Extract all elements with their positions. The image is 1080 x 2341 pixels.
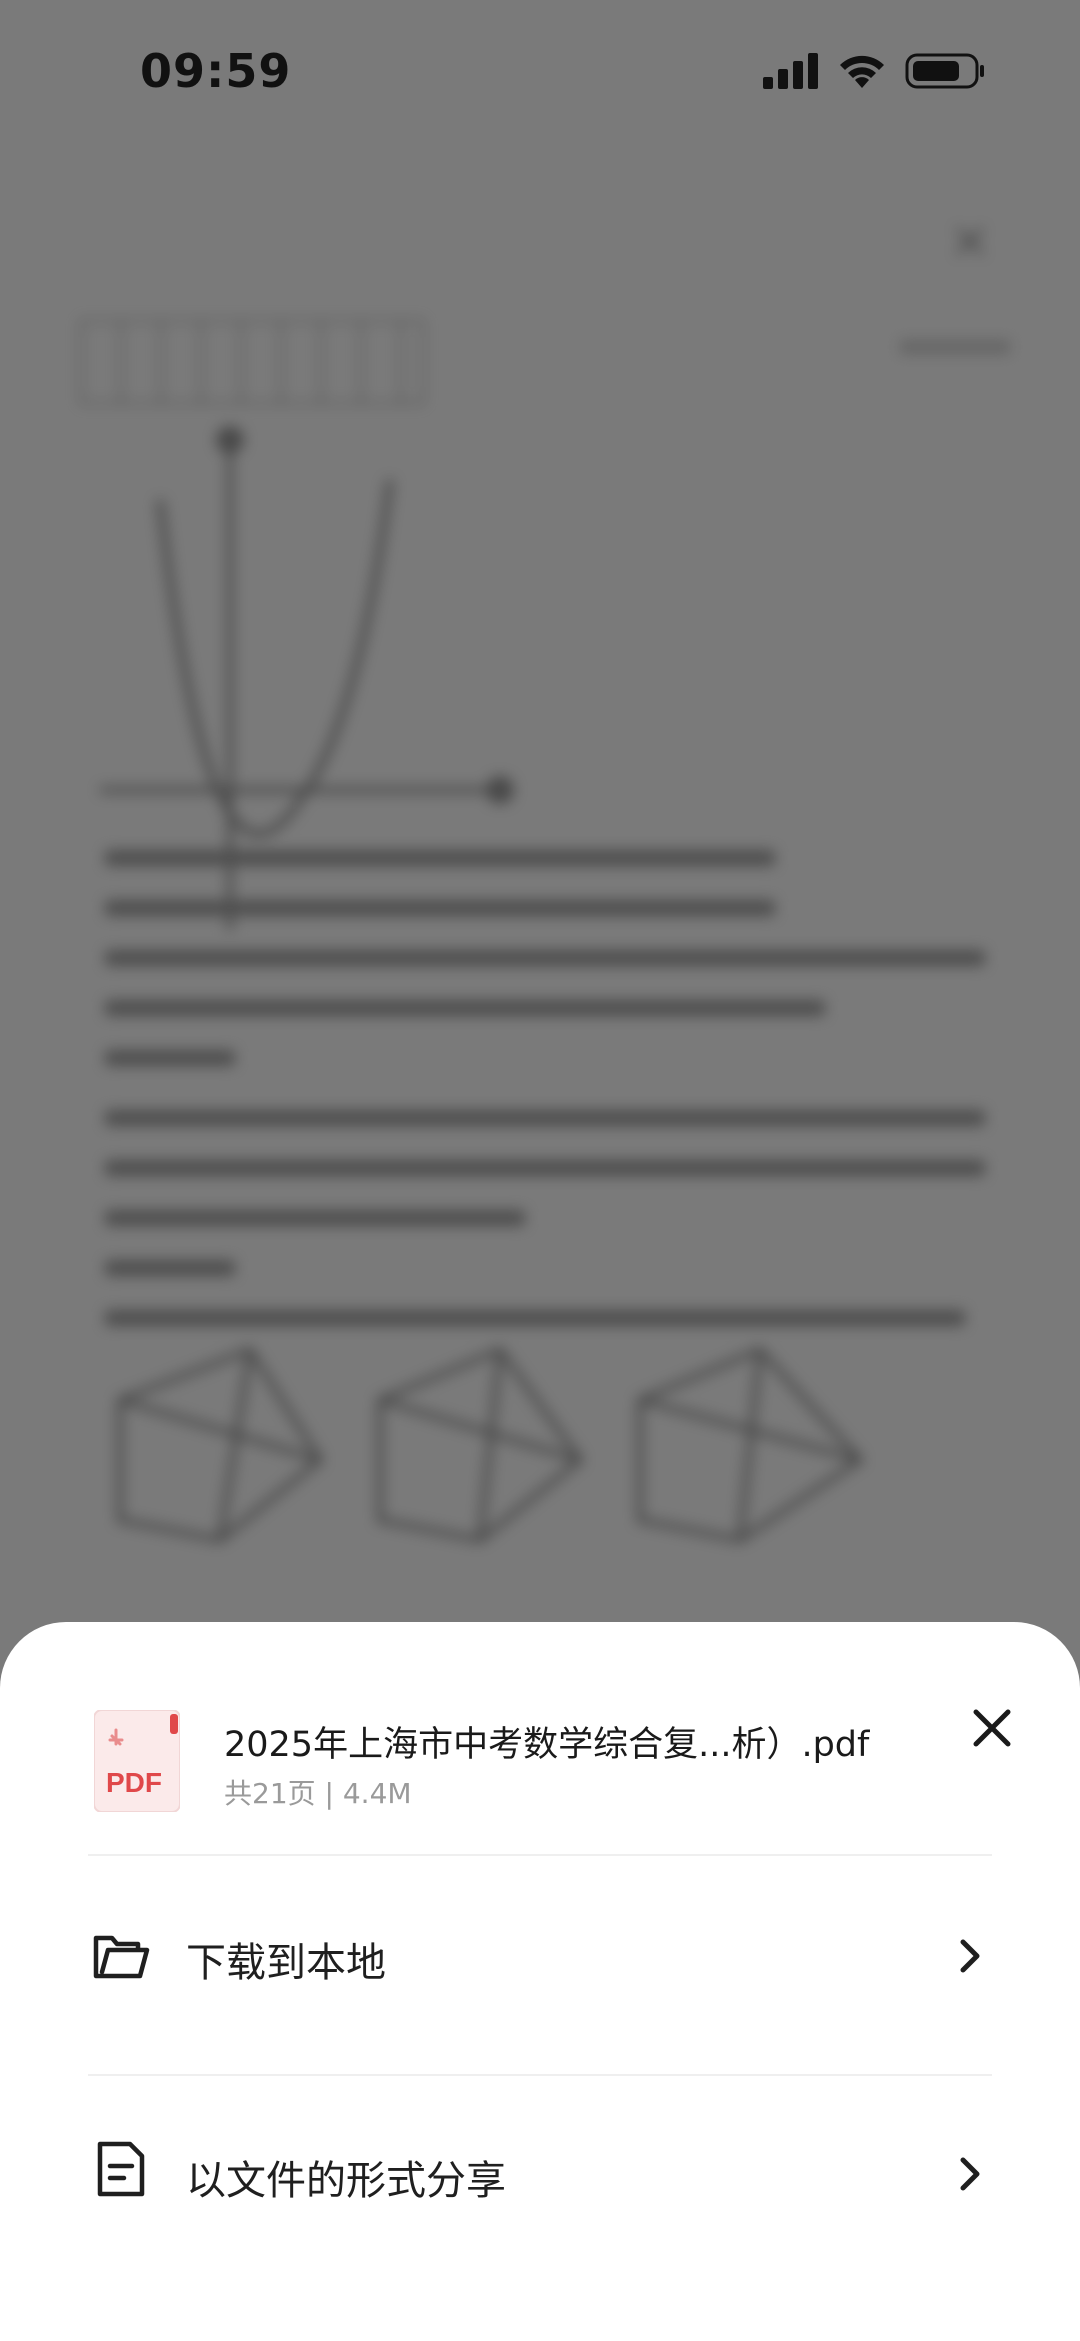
background-text-line: [105, 1000, 825, 1016]
status-time: 09:59: [140, 44, 292, 98]
background-text-line: [105, 1110, 985, 1126]
battery-icon: [905, 53, 984, 89]
background-figures: [117, 1346, 865, 1544]
background-text-line: [105, 1160, 985, 1176]
pdf-file-icon: PDF: [94, 1710, 180, 1812]
file-name: 2025年上海市中考数学综合复...析）.pdf: [224, 1725, 870, 1765]
wifi-icon: [840, 55, 884, 88]
background-table: [80, 320, 424, 404]
background-text-line: [105, 1050, 235, 1066]
chevron-right-icon: [960, 2157, 980, 2191]
chevron-right-icon: [960, 1939, 980, 1973]
share-bottom-sheet: PDF 2025年上海市中考数学综合复...析）.pdf 共21页 | 4.4M…: [0, 1622, 1080, 2341]
background-text-line: [105, 850, 775, 866]
share-label: 以文件的形式分享: [186, 2158, 506, 2204]
background-text-line: [105, 1210, 525, 1226]
background-document: ×: [0, 150, 1080, 1630]
document-icon: [97, 2141, 145, 2197]
download-label: 下载到本地: [186, 1940, 386, 1986]
pdf-label: PDF: [106, 1767, 162, 1798]
share-as-file-button[interactable]: 以文件的形式分享: [0, 2076, 1080, 2276]
status-bar: 09:59: [0, 0, 1080, 150]
folder-icon: [93, 1935, 150, 1979]
background-close-icon: ×: [949, 211, 991, 269]
file-info-row: PDF 2025年上海市中考数学综合复...析）.pdf 共21页 | 4.4M: [0, 1622, 1080, 1854]
close-icon[interactable]: [970, 1706, 1014, 1750]
status-icons: [763, 52, 985, 90]
file-meta: 共21页 | 4.4M: [224, 1777, 412, 1810]
background-text-line: [105, 950, 985, 966]
background-text-line: [105, 900, 775, 916]
background-page-number: [900, 340, 1010, 354]
signal-icon: [763, 53, 818, 89]
background-text-line: [105, 1260, 235, 1276]
background-text-line: [105, 1310, 965, 1326]
download-to-local-button[interactable]: 下载到本地: [0, 1856, 1080, 2056]
